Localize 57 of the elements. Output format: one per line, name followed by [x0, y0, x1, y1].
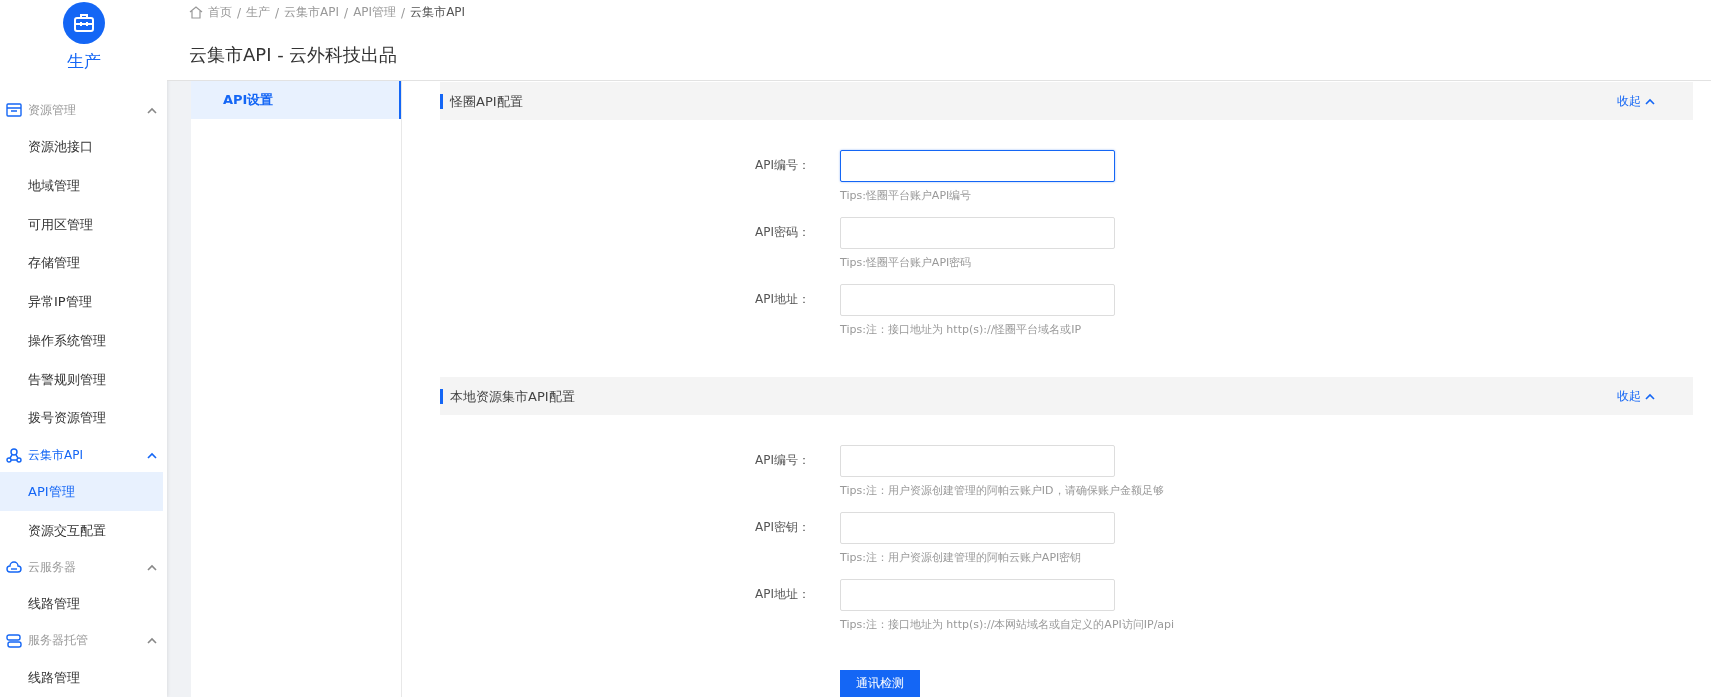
chevron-icon	[1645, 97, 1655, 105]
chevron-icon	[147, 563, 157, 571]
chevron-icon	[147, 637, 157, 645]
menu-item[interactable]: 资源池接口	[0, 127, 163, 167]
breadcrumb-link[interactable]: 云集市API	[284, 4, 340, 21]
breadcrumb-link[interactable]: 云集市API	[410, 4, 466, 21]
menu-item[interactable]: 可用区管理	[0, 205, 163, 244]
menu-item[interactable]: 地域管理	[0, 166, 163, 206]
collapse-toggle[interactable]: 收起	[1617, 387, 1655, 405]
section-title: 怪圈API配置	[440, 93, 523, 109]
menu-group[interactable]: 云集市API	[0, 437, 167, 473]
cloud-icon	[6, 560, 22, 574]
nav-item[interactable]: API设置	[191, 81, 401, 119]
breadcrumb-separator: /	[275, 5, 280, 20]
field-tip: Tips:怪圈平台账户API编号	[840, 188, 972, 204]
menu-group[interactable]: 服务器托管	[0, 623, 167, 659]
chevron-icon	[147, 106, 157, 114]
menu-item[interactable]: 线路管理	[0, 658, 163, 697]
breadcrumb-link[interactable]: 首页	[208, 4, 232, 21]
collapse-toggle[interactable]: 收起	[1617, 92, 1655, 110]
app-title: 生产	[66, 50, 101, 73]
field-label: API地址：	[754, 291, 810, 308]
menu-group[interactable]: 资源管理	[0, 93, 167, 128]
chevron-icon	[147, 451, 157, 459]
menu-item[interactable]: 线路管理	[0, 584, 163, 624]
menu-item[interactable]: 资源交互配置	[0, 511, 163, 550]
input-field[interactable]	[840, 150, 1115, 182]
menu-item[interactable]: 异常IP管理	[0, 282, 163, 322]
field-label: API密钥：	[754, 519, 810, 536]
section-title: 本地资源集市API配置	[440, 388, 575, 404]
field-label: API编号：	[754, 157, 810, 174]
breadcrumb-separator: /	[237, 5, 242, 20]
breadcrumb-separator: /	[401, 5, 406, 20]
menu-item[interactable]: 拨号资源管理	[0, 398, 163, 438]
page-title: 云集市API - 云外科技出品	[189, 43, 399, 67]
breadcrumb-link[interactable]: API管理	[353, 4, 397, 21]
field-tip: Tips:注：接口地址为 http(s)://本网站域名或自定义的API访问IP/api	[840, 617, 1175, 633]
field-tip: Tips:注：接口地址为 http(s)://怪圈平台域名或IP	[840, 322, 1082, 338]
field-tip: Tips:注：用户资源创建管理的阿帕云账户ID，请确保账户金额足够	[840, 483, 1164, 499]
server-icon	[6, 633, 22, 648]
breadcrumb-link[interactable]: 生产	[246, 4, 271, 21]
archive-icon	[6, 103, 22, 118]
menu-item[interactable]: API管理	[0, 472, 163, 512]
menu-group[interactable]: 云服务器	[0, 549, 167, 585]
field-tip: Tips:注：用户资源创建管理的阿帕云账户API密钥	[840, 550, 1082, 566]
field-label: API密码：	[754, 224, 810, 241]
menu-item[interactable]: 告警规则管理	[0, 360, 163, 399]
breadcrumb-separator: /	[344, 5, 349, 20]
people-icon	[6, 447, 22, 463]
field-label: API编号：	[754, 452, 810, 469]
submit-button[interactable]: 通讯检测	[840, 669, 920, 697]
home-icon[interactable]	[189, 6, 203, 19]
chevron-icon	[1645, 392, 1655, 400]
menu-item[interactable]: 操作系统管理	[0, 321, 163, 361]
field-tip: Tips:怪圈平台账户API密码	[840, 255, 972, 271]
field-label: API地址：	[754, 586, 810, 603]
menu-item[interactable]: 存储管理	[0, 244, 163, 283]
